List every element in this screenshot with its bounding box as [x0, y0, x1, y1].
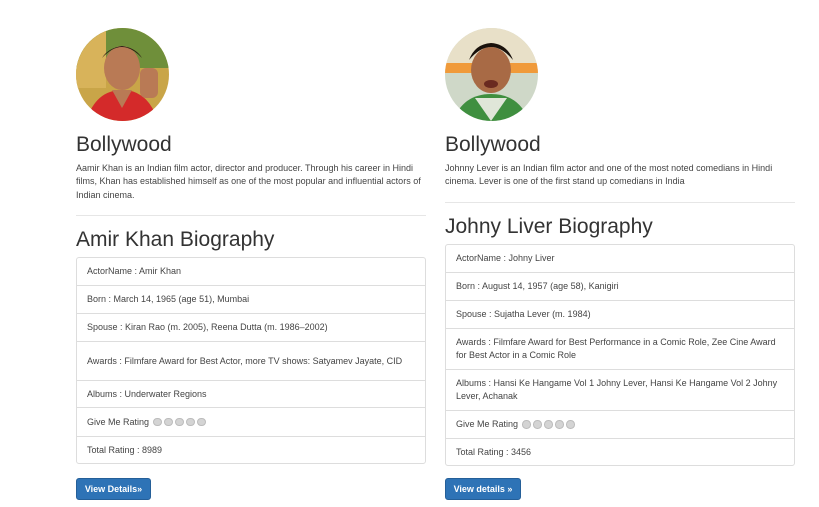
divider — [76, 215, 426, 216]
star-icon[interactable] — [544, 420, 553, 429]
category-heading: Bollywood — [76, 133, 172, 156]
biography-title: Johny Liver Biography — [445, 215, 653, 238]
star-icon[interactable] — [533, 420, 542, 429]
biography-title: Amir Khan Biography — [76, 228, 275, 251]
rating-label: Give Me Rating — [456, 419, 519, 429]
biography-list: ActorName : Amir Khan Born : March 14, 1… — [76, 257, 426, 464]
list-item-spouse: Spouse : Sujatha Lever (m. 1984) — [446, 300, 794, 328]
list-item-actor-name: ActorName : Amir Khan — [87, 266, 182, 276]
list-item-awards: Awards : Filmfare Award for Best Perform… — [446, 328, 794, 369]
list-item-albums: Albums : Hansi Ke Hangame Vol 1 Johny Le… — [446, 369, 794, 410]
star-icon[interactable] — [175, 417, 184, 427]
star-icon[interactable] — [153, 417, 162, 427]
star-icon[interactable] — [164, 417, 173, 427]
list-item-awards: Awards : Filmfare Award for Best Actor, … — [77, 341, 425, 380]
divider — [445, 202, 795, 203]
biography-list: ActorName : Johny Liver Born : August 14… — [445, 244, 795, 466]
star-icon[interactable] — [555, 420, 564, 429]
view-details-button[interactable]: View details » — [445, 478, 521, 500]
rating-stars — [522, 420, 575, 429]
rating-label: Give Me Rating — [87, 416, 150, 427]
list-item-born: Born : August 14, 1957 (age 58), Kanigir… — [446, 272, 794, 300]
star-icon[interactable] — [197, 417, 206, 427]
list-item-total-rating: Total Rating : 3456 — [446, 438, 794, 465]
list-item-albums: Albums : Underwater Regions — [77, 380, 425, 407]
actor-description: Johnny Lever is an Indian film actor and… — [445, 163, 773, 187]
rating-stars — [153, 417, 206, 427]
star-icon[interactable] — [522, 420, 531, 429]
actor-avatar — [76, 28, 169, 121]
category-heading: Bollywood — [445, 133, 541, 156]
star-icon[interactable] — [186, 417, 195, 427]
actor-avatar — [445, 28, 538, 121]
list-item-spouse: Spouse : Kiran Rao (m. 2005), Reena Dutt… — [77, 313, 425, 341]
view-details-button[interactable]: View Details» — [76, 478, 151, 500]
actor-description: Aamir Khan is an Indian film actor, dire… — [76, 163, 421, 200]
star-icon[interactable] — [566, 420, 575, 429]
list-item-born: Born : March 14, 1965 (age 51), Mumbai — [77, 285, 425, 313]
list-item-rating: Give Me Rating — [446, 410, 794, 438]
list-item-total-rating: Total Rating : 8989 — [77, 436, 425, 463]
list-item-rating: Give Me Rating — [77, 407, 425, 436]
list-item-actor-name: ActorName : Johny Liver — [456, 253, 555, 263]
